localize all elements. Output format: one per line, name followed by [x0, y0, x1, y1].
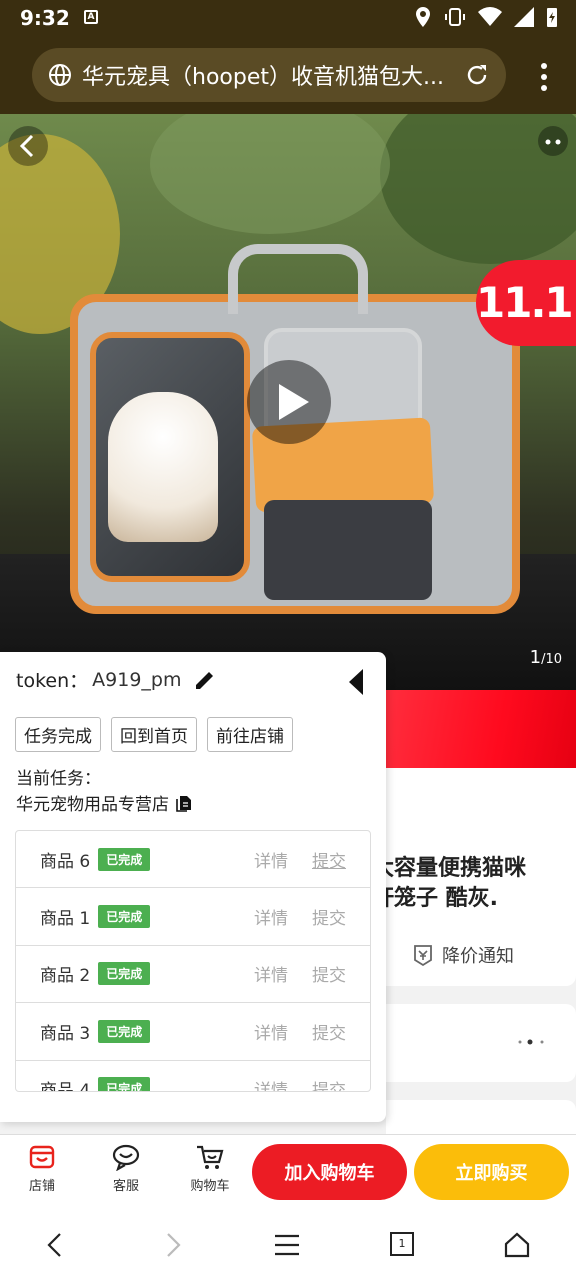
panel-buttons: 任务完成 回到首页 前往店铺: [15, 717, 293, 752]
status-badge: 已完成: [98, 1019, 151, 1043]
browser-menu-icon[interactable]: [540, 62, 548, 92]
submit-link[interactable]: 提交: [312, 961, 346, 986]
customer-service-label: 客服: [112, 1179, 139, 1194]
price-notify-button[interactable]: 降价通知: [412, 942, 514, 968]
cart-icon: [197, 1145, 224, 1169]
carousel-dots: [518, 1039, 544, 1045]
product-name: 商品 4: [40, 1081, 91, 1092]
product-name: 商品 6: [40, 851, 91, 872]
list-item: 商品 3 已完成 详情 提交: [16, 1003, 370, 1061]
image-counter-total: /10: [541, 652, 562, 667]
url-text: 华元宠具（hoopet）收音机猫包大...: [82, 65, 444, 90]
reload-icon[interactable]: [464, 62, 490, 88]
browser-toolbar: 华元宠具（hoopet）收音机猫包大...: [0, 36, 576, 114]
submit-link[interactable]: 提交: [312, 904, 346, 929]
goto-store-button[interactable]: 前往店铺: [207, 717, 293, 752]
status-bar: 9:32 A: [0, 0, 576, 36]
product-name: 商品 1: [40, 909, 91, 930]
back-button[interactable]: [8, 126, 48, 166]
current-task-shop: 华元宠物用品专营店: [16, 790, 195, 815]
product-section-card: [386, 1004, 576, 1082]
token-label: token：: [16, 670, 89, 692]
back-arrow-icon[interactable]: [40, 1230, 70, 1260]
battery-icon: [547, 8, 557, 27]
bag-pocket-bottom: [264, 500, 432, 600]
globe-icon: [49, 64, 71, 86]
list-item: 商品 2 已完成 详情 提交: [16, 946, 370, 1004]
detail-link[interactable]: 详情: [254, 1076, 288, 1091]
submit-link[interactable]: 提交: [312, 847, 346, 872]
detail-link[interactable]: 详情: [254, 961, 288, 986]
detail-link[interactable]: 详情: [254, 847, 288, 872]
cart-tab[interactable]: 购物车: [180, 1143, 240, 1194]
double-eleven-badge: 11.11: [476, 260, 576, 346]
play-icon: [279, 384, 309, 420]
product-title: 大容量便携猫咪 杆笼子 酷灰.: [372, 854, 572, 914]
buy-now-button[interactable]: 立即购买: [414, 1144, 569, 1200]
list-item: 商品 1 已完成 详情 提交: [16, 888, 370, 946]
current-task-label: 当前任务：: [16, 769, 101, 789]
copy-icon[interactable]: [175, 793, 195, 813]
product-info-card: 大容量便携猫咪 杆笼子 酷灰. 降价通知: [372, 768, 576, 986]
image-counter: 1/10: [530, 647, 562, 668]
status-badge: 已完成: [98, 962, 151, 986]
list-item: 商品 6 已完成 详情 提交: [16, 831, 370, 889]
list-item: 商品 4 已完成 详情 提交: [16, 1061, 370, 1092]
task-panel: token： A919_pm 任务完成 回到首页 前往店铺 当前任务： 华元宠物…: [0, 652, 386, 1122]
price-notify-label: 降价通知: [442, 946, 514, 967]
shop-name: 华元宠物用品专营店: [16, 795, 169, 815]
edit-icon[interactable]: [193, 668, 217, 692]
wifi-icon: [478, 7, 502, 27]
submit-link[interactable]: 提交: [312, 1019, 346, 1044]
store-label: 店铺: [28, 1179, 55, 1194]
product-title-text: 大容量便携猫咪 杆笼子 酷灰.: [372, 856, 527, 911]
cart-label: 购物车: [190, 1179, 230, 1194]
hamburger-menu-icon[interactable]: [272, 1230, 302, 1260]
signal-icon: [514, 7, 534, 27]
task-product-list: 商品 6 已完成 详情 提交 商品 1 已完成 详情 提交 商品 2 已完成 详…: [15, 830, 371, 1092]
detail-link[interactable]: 详情: [254, 904, 288, 929]
collapse-panel-icon[interactable]: [347, 668, 367, 696]
token-value: A919_pm: [92, 668, 182, 691]
cat: [108, 392, 218, 542]
product-image[interactable]: 11.11 1/10: [0, 114, 576, 690]
status-badge: 已完成: [98, 847, 151, 871]
back-home-button[interactable]: 回到首页: [111, 717, 197, 752]
status-time: 9:32: [20, 6, 70, 30]
image-counter-current: 1: [529, 647, 542, 668]
submit-link[interactable]: 提交: [312, 1076, 346, 1091]
task-complete-button[interactable]: 任务完成: [15, 717, 101, 752]
home-icon[interactable]: [502, 1230, 532, 1260]
tabs-button[interactable]: 1: [390, 1232, 414, 1256]
customer-service-tab[interactable]: 客服: [96, 1143, 156, 1194]
foliage-shape: [150, 114, 390, 234]
play-button[interactable]: [247, 360, 331, 444]
product-name: 商品 3: [40, 1023, 91, 1044]
location-icon: [416, 7, 430, 27]
add-to-cart-button[interactable]: 加入购物车: [252, 1144, 407, 1200]
more-button[interactable]: [538, 126, 568, 156]
forward-arrow-icon[interactable]: [158, 1230, 188, 1260]
store-icon: [29, 1145, 55, 1169]
detail-link[interactable]: 详情: [254, 1019, 288, 1044]
store-tab[interactable]: 店铺: [12, 1143, 72, 1194]
price-notify-icon: [414, 945, 432, 967]
status-icons: [414, 6, 558, 28]
promo-banner: [386, 690, 576, 768]
bottom-action-bar: 店铺 客服 购物车 加入购物车 立即购买: [0, 1134, 576, 1210]
chat-icon: [112, 1144, 140, 1171]
status-badge: 已完成: [98, 905, 151, 929]
token-row: token： A919_pm: [16, 666, 217, 693]
cat-carrier-bag: [70, 244, 520, 614]
accessibility-icon: A: [84, 10, 98, 24]
vibrate-icon: [445, 8, 465, 26]
more-dots-icon: [545, 139, 561, 145]
product-name: 商品 2: [40, 966, 91, 987]
browser-nav-bar: [0, 1210, 576, 1280]
bag-handle: [228, 244, 368, 314]
url-bar[interactable]: 华元宠具（hoopet）收音机猫包大...: [32, 48, 506, 102]
chevron-left-icon: [19, 134, 34, 158]
status-badge: 已完成: [98, 1077, 151, 1091]
